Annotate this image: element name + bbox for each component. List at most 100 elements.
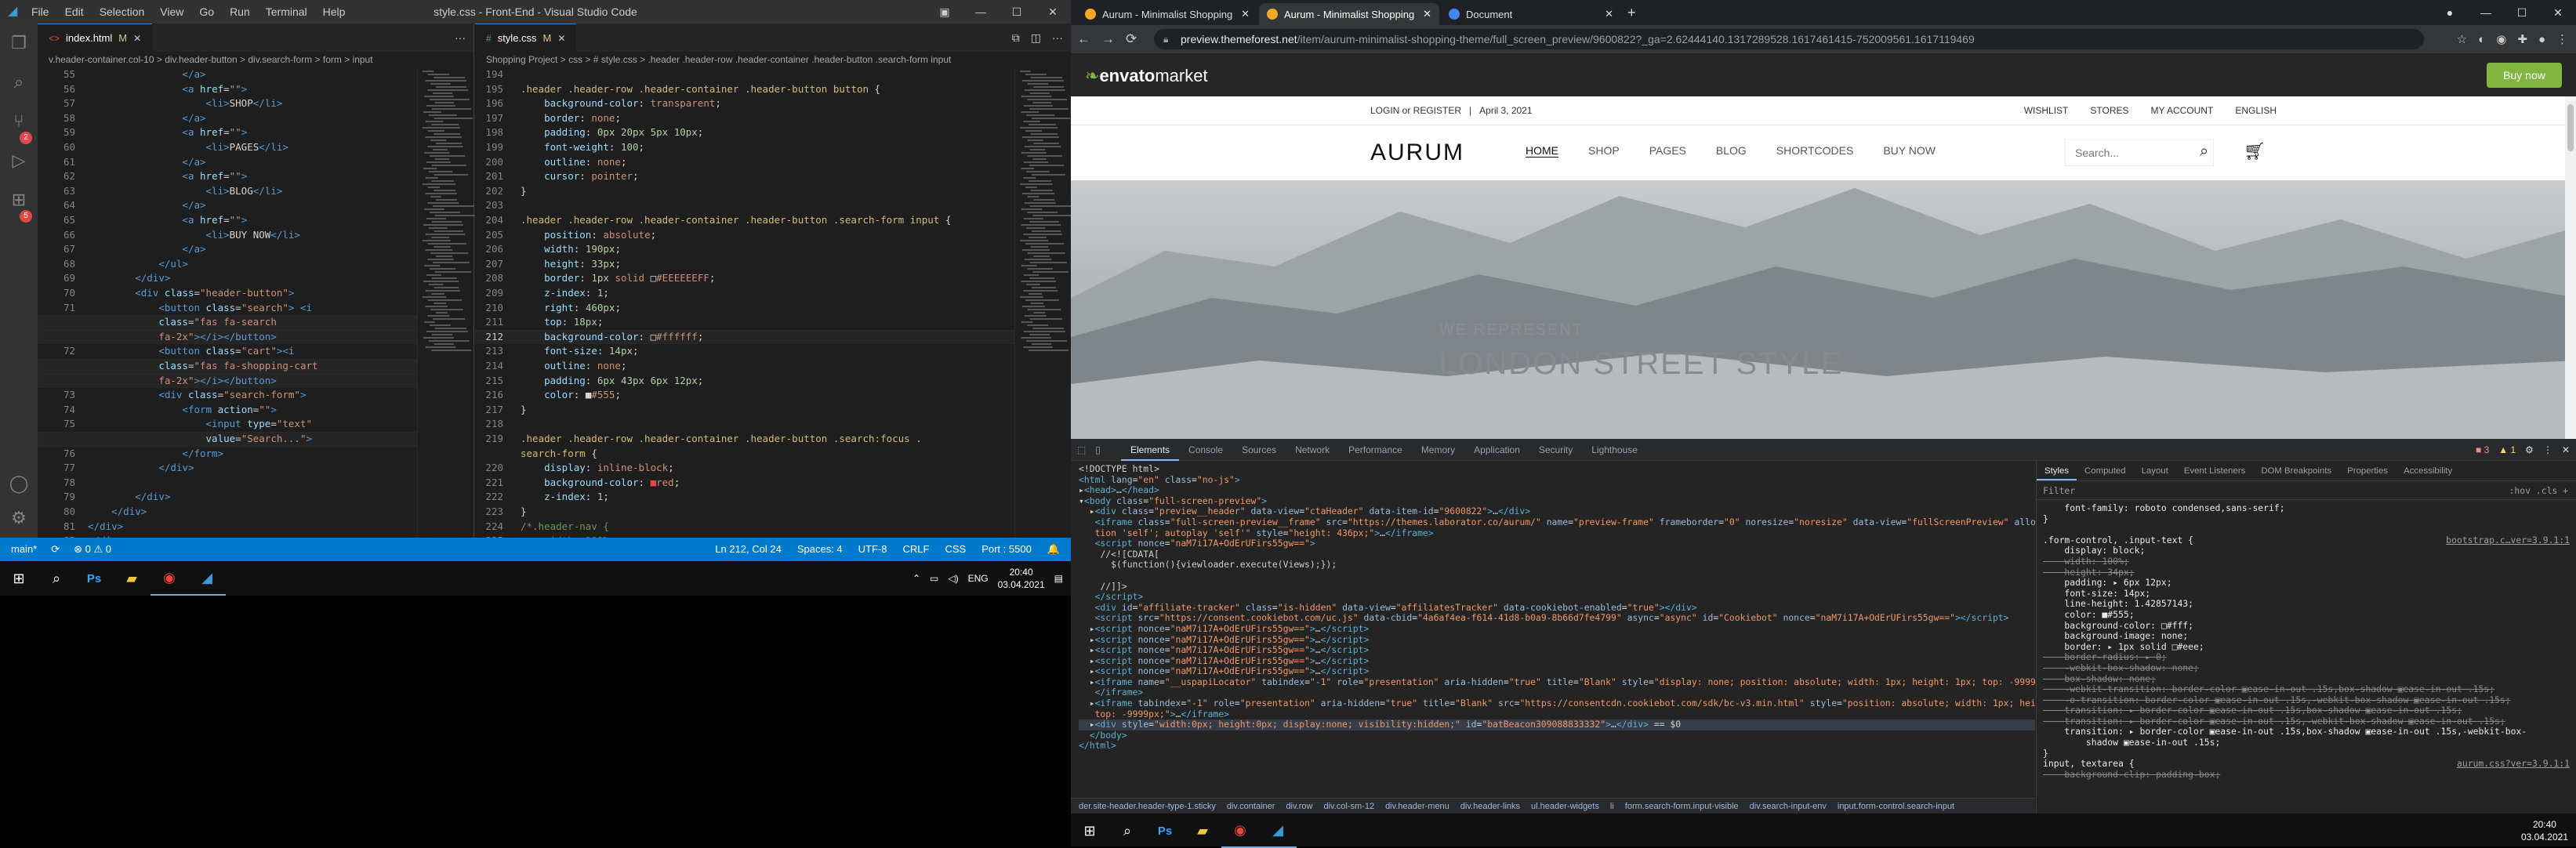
code-line[interactable]: outline: none; (521, 155, 626, 170)
topbar-link-stores[interactable]: STORES (2090, 96, 2128, 125)
elements-dom-tree[interactable]: <!DOCTYPE html> <html lang="en" class="no… (1071, 461, 2035, 814)
tab-close-icon[interactable]: ✕ (1241, 8, 1250, 20)
code-line[interactable]: width: 190px; (521, 242, 621, 257)
styles-tab-styles[interactable]: Styles (2037, 461, 2077, 480)
dom-breadcrumb-item[interactable]: div.container (1227, 802, 1275, 811)
profile-avatar[interactable]: ● (2538, 33, 2545, 46)
styles-tab-computed[interactable]: Computed (2077, 461, 2134, 480)
code-line[interactable]: </div> (88, 520, 123, 535)
menu-item-file[interactable]: File (31, 0, 49, 24)
encoding[interactable]: UTF-8 (858, 538, 887, 561)
photoshop-icon[interactable]: Ps (1146, 814, 1184, 848)
shopping-cart-icon[interactable]: 🛒︎ (2244, 141, 2266, 161)
menu-item-edit[interactable]: Edit (65, 0, 84, 24)
code-line[interactable]: </div> (88, 271, 170, 286)
browser-tab[interactable]: Document ✕ (1441, 3, 1621, 25)
code-line[interactable]: font-size: 14px; (521, 344, 638, 359)
dom-node-line[interactable]: <iframe class="full-screen-preview__fram… (1079, 516, 2035, 528)
code-line[interactable]: fa-2x"></i></button> (88, 374, 277, 389)
dom-node-line[interactable]: ▸<script nonce="naM7i17A+OdErUFirs55gw==… (1079, 655, 2035, 667)
chrome-menu-icon[interactable]: ⋮ (2556, 32, 2568, 46)
style-rule-line[interactable]: transition: ▸ border-color ▣ease-in-out … (2043, 705, 2570, 716)
style-rule-line[interactable]: background-color: □#fff; (2043, 620, 2570, 632)
devtools-tab-performance[interactable]: Performance (1339, 439, 1412, 461)
vscode-icon[interactable]: ◢ (188, 561, 226, 596)
code-line[interactable]: value="Search..."> (88, 432, 313, 447)
style-rule-line[interactable]: border: ▸ 1px solid □#eee; (2043, 641, 2570, 653)
style-rule-line[interactable]: padding: ▸ 6px 12px; (2043, 577, 2570, 589)
dom-node-line[interactable]: <div id="affiliate-tracker" class="is-hi… (1079, 602, 2035, 614)
style-rule-line[interactable]: transition: ▸ border-color ▣ease-in-out … (2043, 727, 2570, 737)
tray-chevron-icon[interactable]: ⌃ (912, 573, 920, 584)
dom-breadcrumb-item[interactable]: der.site-header.header-type-1.sticky (1079, 802, 1216, 811)
styles-tab-dom-breakpoints[interactable]: DOM Breakpoints (2253, 461, 2339, 480)
minimize-button[interactable]: — (2468, 0, 2504, 25)
code-line[interactable]: border: none; (521, 111, 621, 126)
devtools-tab-console[interactable]: Console (1179, 439, 1232, 461)
code-line[interactable]: /*.header-nav { (521, 520, 609, 535)
style-rule-line[interactable]: border-radius: ▸ 0; (2043, 652, 2570, 663)
code-line[interactable]: <a href=""> (88, 213, 247, 228)
dom-breadcrumb-item[interactable]: ul.header-widgets (1531, 802, 1599, 811)
style-rule-line[interactable]: line-height: 1.42857143; (2043, 599, 2570, 610)
split-editor-icon[interactable]: ◫ (1031, 31, 1041, 45)
devtools-tab-network[interactable]: Network (1286, 439, 1339, 461)
site-search-input[interactable] (2065, 140, 2214, 166)
nav-item-buy-now[interactable]: BUY NOW (1883, 144, 1936, 158)
style-rule-line[interactable] (2043, 524, 2570, 535)
dom-breadcrumb-item[interactable]: form.search-form.input-visible (1625, 802, 1739, 811)
notifications-icon[interactable]: 🔔 (1047, 538, 1060, 561)
code-line[interactable]: } (521, 403, 527, 418)
maximize-button[interactable]: ☐ (999, 0, 1035, 24)
browser-tab[interactable]: Aurum - Minimalist Shopping Th ✕ (1077, 3, 1257, 25)
account-icon[interactable]: ◯ (0, 464, 38, 503)
devtools-tab-elements[interactable]: Elements (1121, 439, 1180, 461)
style-rule-line[interactable]: -webkit-transition: border-color ▣ease-i… (2043, 683, 2570, 695)
topbar-link[interactable]: LOGIN or REGISTER (1370, 96, 1461, 125)
settings-gear-icon[interactable]: ⚙ (0, 498, 38, 538)
code-line[interactable]: class="fas fa-shopping-cart (88, 359, 317, 374)
more-actions-icon[interactable]: ··· (1052, 31, 1063, 44)
code-line[interactable]: .header .header-row .header-container .h… (521, 82, 880, 97)
menu-item-help[interactable]: Help (323, 0, 346, 24)
dom-breadcrumb-item[interactable]: li (1610, 802, 1614, 811)
code-line[interactable]: background-color: □#ffffff; (521, 330, 703, 345)
code-line[interactable]: .header .header-row .header-container .h… (521, 432, 922, 447)
cursor-position[interactable]: Ln 212, Col 24 (715, 538, 782, 561)
dom-node-line[interactable]: //<![CDATA[ (1079, 549, 2035, 560)
run-debug-icon[interactable]: ▷ (0, 141, 38, 180)
code-line[interactable]: border: 1px solid □#EEEEEEFF; (521, 271, 715, 286)
dom-breadcrumb-item[interactable]: div.search-input-env (1750, 802, 1827, 811)
devtools-menu-icon[interactable]: ⋮ (2543, 439, 2552, 461)
dom-node-line[interactable]: </script> (1079, 591, 2035, 603)
topbar-link[interactable]: April 3, 2021 (1479, 96, 1532, 125)
extension-icon[interactable]: ◉ (2496, 32, 2506, 46)
file-explorer-icon[interactable]: ▰ (1184, 814, 1221, 848)
site-logo[interactable]: AURUM (1370, 140, 1464, 166)
keyboard-language[interactable]: ENG (968, 573, 989, 584)
device-toolbar-icon[interactable]: ▯ (1095, 439, 1101, 461)
search-icon[interactable]: ⌕ (38, 561, 75, 596)
nav-item-shop[interactable]: SHOP (1588, 144, 1620, 158)
browser-tab-active[interactable]: Aurum - Minimalist Shopping Th ✕ (1259, 3, 1439, 25)
nav-item-shortcodes[interactable]: SHORTCODES (1776, 144, 1854, 158)
search-icon[interactable]: ⌕ (2200, 143, 2208, 161)
vscode-icon[interactable]: ◢ (1259, 814, 1297, 848)
buy-now-button[interactable]: Buy now (2487, 63, 2562, 88)
chrome-icon[interactable]: ◉ (1221, 814, 1259, 848)
dom-node-line[interactable]: $(function(){viewloader.execute(Views);}… (1079, 560, 2035, 571)
style-rule-line[interactable]: transition: ▸ border-color ▣ease-in-out … (2043, 716, 2570, 727)
code-line[interactable]: <li>SHOP</li> (88, 96, 283, 111)
page-scrollbar[interactable] (2565, 96, 2576, 439)
code-line[interactable]: <a href=""> (88, 82, 247, 97)
minimap[interactable] (417, 67, 476, 538)
styles-rules[interactable]: font-family: roboto condensed,sans-serif… (2037, 500, 2576, 783)
code-line[interactable]: padding: 6px 43px 6px 12px; (521, 374, 703, 389)
code-line[interactable]: <form action=""> (88, 403, 276, 418)
style-rule-line[interactable]: height: 34px; (2043, 567, 2570, 578)
code-line[interactable]: z-index: 1; (521, 490, 609, 505)
code-line[interactable]: top: 18px; (521, 315, 603, 330)
chrome-icon[interactable]: ◉ (151, 561, 188, 596)
dom-node-line[interactable]: ▸<script nonce="naM7i17A+OdErUFirs55gw==… (1079, 634, 2035, 646)
nav-item-blog[interactable]: BLOG (1716, 144, 1747, 158)
